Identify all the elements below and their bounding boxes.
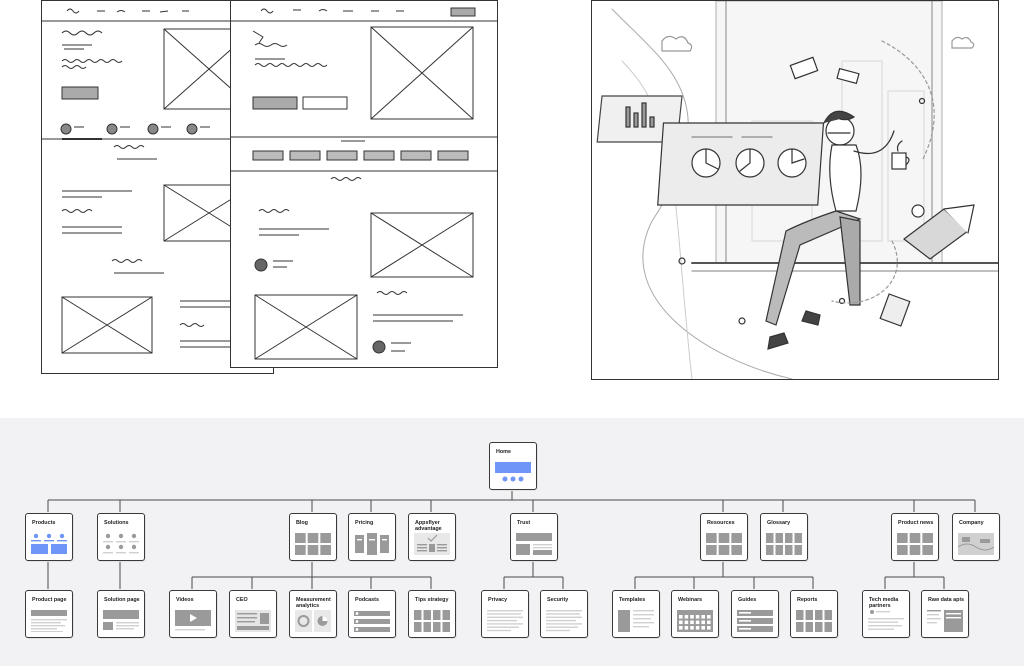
node-thumbnail bbox=[295, 533, 331, 555]
node-appsflyer-advantage: Appsflyer advantage bbox=[408, 513, 456, 561]
node-company: Company bbox=[952, 513, 1000, 561]
node-thumbnail bbox=[868, 610, 904, 632]
node-label: Videos bbox=[176, 597, 194, 603]
node-thumbnail bbox=[414, 533, 450, 555]
node-thumbnail bbox=[546, 610, 582, 632]
node-solution-page: Solution page bbox=[97, 590, 145, 638]
node-label: Tech media partners bbox=[869, 597, 899, 610]
node-label: Resources bbox=[707, 520, 735, 526]
node-label: Pricing bbox=[355, 520, 374, 526]
node-tips-strategy: Tips strategy bbox=[408, 590, 456, 638]
node-label: Privacy bbox=[488, 597, 508, 603]
node-thumbnail bbox=[766, 533, 802, 555]
node-glossary: Glossary bbox=[760, 513, 808, 561]
wireframe-sketch-front bbox=[230, 0, 498, 368]
node-resources: Resources bbox=[700, 513, 748, 561]
node-trust: Trust bbox=[510, 513, 558, 561]
node-label: Company bbox=[959, 520, 984, 526]
node-label: Webinars bbox=[678, 597, 703, 603]
node-videos: Videos bbox=[169, 590, 217, 638]
node-product-news: Product news bbox=[891, 513, 939, 561]
node-thumbnail bbox=[958, 533, 994, 555]
node-home: Home bbox=[489, 442, 537, 490]
node-thumbnail bbox=[677, 610, 713, 632]
node-thumbnail bbox=[706, 533, 742, 555]
node-label: Product page bbox=[32, 597, 67, 603]
node-label: Raw data apis bbox=[928, 597, 964, 603]
node-thumbnail bbox=[175, 610, 211, 632]
node-blog: Blog bbox=[289, 513, 337, 561]
node-thumbnail bbox=[618, 610, 654, 632]
node-label: Home bbox=[496, 449, 511, 455]
node-thumbnail bbox=[103, 610, 139, 632]
node-thumbnail bbox=[897, 533, 933, 555]
node-thumbnail bbox=[796, 610, 832, 632]
node-webinars: Webinars bbox=[671, 590, 719, 638]
node-label: Templates bbox=[619, 597, 646, 603]
node-reports: Reports bbox=[790, 590, 838, 638]
sitemap-diagram: Home Products Solutions Blog Pricing App… bbox=[0, 418, 1024, 666]
node-thumbnail bbox=[927, 610, 963, 632]
node-privacy: Privacy bbox=[481, 590, 529, 638]
node-label: Glossary bbox=[767, 520, 791, 526]
node-solutions: Solutions bbox=[97, 513, 145, 561]
node-label: Appsflyer advantage bbox=[415, 520, 442, 533]
node-label: Podcasts bbox=[355, 597, 379, 603]
node-label: CEO bbox=[236, 597, 248, 603]
node-label: Blog bbox=[296, 520, 308, 526]
node-label: Solutions bbox=[104, 520, 129, 526]
node-thumbnail bbox=[31, 610, 67, 632]
node-label: Solution page bbox=[104, 597, 140, 603]
node-label: Tips strategy bbox=[415, 597, 449, 603]
node-label: Guides bbox=[738, 597, 757, 603]
node-thumbnail bbox=[235, 610, 271, 632]
node-thumbnail bbox=[295, 610, 331, 632]
node-label: Measurement analytics bbox=[296, 597, 331, 610]
node-thumbnail bbox=[737, 610, 773, 632]
node-thumbnail bbox=[495, 462, 531, 484]
node-security: Security bbox=[540, 590, 588, 638]
node-thumbnail bbox=[31, 533, 67, 555]
node-templates: Templates bbox=[612, 590, 660, 638]
node-thumbnail bbox=[103, 533, 139, 555]
node-thumbnail bbox=[516, 533, 552, 555]
node-raw-data-apis: Raw data apis bbox=[921, 590, 969, 638]
node-podcasts: Podcasts bbox=[348, 590, 396, 638]
illustration-person-dashboards bbox=[591, 0, 999, 380]
node-pricing: Pricing bbox=[348, 513, 396, 561]
node-tech-media-partners: Tech media partners bbox=[862, 590, 910, 638]
node-product-page: Product page bbox=[25, 590, 73, 638]
node-thumbnail bbox=[354, 610, 390, 632]
node-guides: Guides bbox=[731, 590, 779, 638]
node-label: Security bbox=[547, 597, 569, 603]
node-label: Product news bbox=[898, 520, 934, 526]
node-thumbnail bbox=[414, 610, 450, 632]
node-products: Products bbox=[25, 513, 73, 561]
node-label: Products bbox=[32, 520, 56, 526]
node-ceo: CEO bbox=[229, 590, 277, 638]
node-label: Reports bbox=[797, 597, 818, 603]
node-thumbnail bbox=[487, 610, 523, 632]
node-label: Trust bbox=[517, 520, 531, 526]
node-measurement-analytics: Measurement analytics bbox=[289, 590, 337, 638]
node-thumbnail bbox=[354, 533, 390, 555]
